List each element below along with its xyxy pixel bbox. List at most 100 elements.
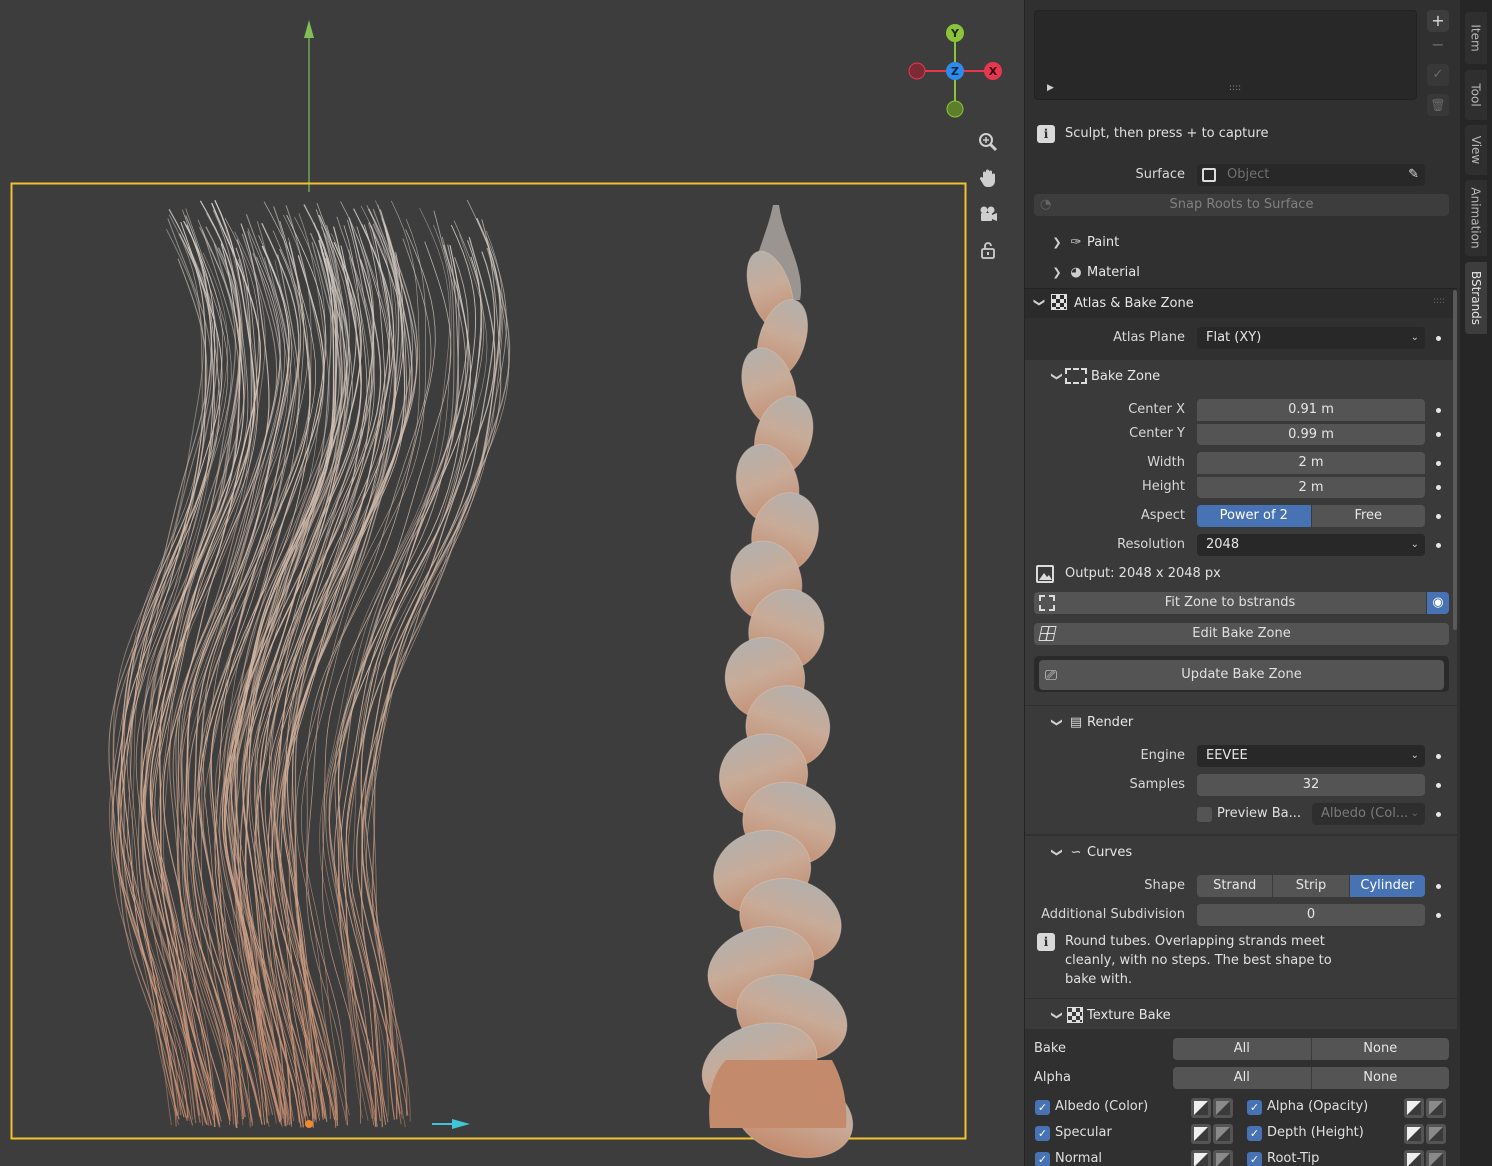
- specular-checkbox[interactable]: ✓: [1035, 1126, 1050, 1141]
- curves-title: Curves: [1087, 844, 1133, 860]
- shape-toggle[interactable]: Strand Strip Cylinder: [1197, 875, 1425, 897]
- capture-list[interactable]: ▶ ::::: [1034, 10, 1417, 100]
- keyframe-dot[interactable]: [1436, 913, 1441, 918]
- play-icon[interactable]: ▶: [1047, 83, 1054, 93]
- bake-zone-header[interactable]: ❯ Bake Zone: [1049, 360, 1160, 392]
- lock-icon[interactable]: [975, 237, 1001, 263]
- preview-pass-dropdown[interactable]: Albedo (Col... ⌄: [1312, 803, 1425, 825]
- normal-alpha-icon[interactable]: [1213, 1150, 1233, 1166]
- shape-info-line-2: cleanly, with no steps. The best shape t…: [1065, 953, 1332, 968]
- atlas-plane-dropdown[interactable]: Flat (XY) ⌄: [1197, 327, 1425, 349]
- keyframe-dot[interactable]: [1436, 461, 1441, 466]
- 3d-viewport[interactable]: Y X Z: [0, 0, 1024, 1166]
- add-capture-icon[interactable]: +: [1427, 10, 1449, 32]
- update-bake-zone-button[interactable]: ⎚ Update Bake Zone: [1039, 660, 1444, 690]
- root-tip-texture-icon[interactable]: [1404, 1150, 1424, 1166]
- resolution-dropdown[interactable]: 2048 ⌄: [1197, 534, 1425, 556]
- keyframe-dot[interactable]: [1436, 754, 1441, 759]
- albedo-alpha-icon[interactable]: [1213, 1098, 1233, 1118]
- atlas-bake-panel-header[interactable]: ❯ Atlas & Bake Zone ::::: [1025, 288, 1457, 318]
- height-field[interactable]: 2 m: [1197, 476, 1425, 498]
- keyframe-dot[interactable]: [1436, 485, 1441, 490]
- center-y-field[interactable]: 0.99 m: [1197, 423, 1425, 445]
- alpha-none-button[interactable]: None: [1311, 1067, 1449, 1089]
- aspect-power-of-2-option[interactable]: Power of 2: [1197, 505, 1312, 527]
- engine-value: EEVEE: [1206, 748, 1248, 763]
- keyframe-dot[interactable]: [1436, 336, 1441, 341]
- eyedropper-icon[interactable]: ✎: [1408, 167, 1419, 182]
- specular-texture-icon[interactable]: [1191, 1124, 1211, 1144]
- shape-strand-option[interactable]: Strand: [1197, 875, 1274, 897]
- albedo-checkbox[interactable]: ✓: [1035, 1100, 1050, 1115]
- texture-bake-header[interactable]: ❯ Texture Bake: [1049, 999, 1171, 1031]
- samples-field[interactable]: 32: [1197, 774, 1425, 796]
- root-tip-checkbox[interactable]: ✓: [1247, 1152, 1262, 1166]
- tab-tool[interactable]: Tool: [1465, 70, 1487, 120]
- shape-cylinder-option[interactable]: Cylinder: [1349, 875, 1425, 897]
- render-title: Render: [1087, 714, 1134, 730]
- keyframe-dot[interactable]: [1436, 432, 1441, 437]
- info-icon: i: [1037, 125, 1055, 143]
- sidebar-panel: ▶ :::: + − ✓ 🗑 i Sculpt, then press + to…: [1024, 0, 1460, 1166]
- surface-object-field[interactable]: Object ✎: [1197, 164, 1425, 186]
- tab-view[interactable]: View: [1465, 125, 1487, 175]
- preview-pass-value: Albedo (Col...: [1321, 806, 1409, 821]
- shape-strip-option[interactable]: Strip: [1273, 875, 1350, 897]
- trash-icon[interactable]: 🗑: [1427, 94, 1449, 116]
- aspect-toggle[interactable]: Power of 2 Free: [1197, 505, 1425, 527]
- apply-capture-icon[interactable]: ✓: [1427, 64, 1449, 86]
- bake-all-none-toggle[interactable]: All None: [1173, 1038, 1449, 1060]
- width-field[interactable]: 2 m: [1197, 452, 1425, 474]
- eye-visibility-icon[interactable]: ◉: [1427, 592, 1449, 614]
- preview-bake-checkbox[interactable]: [1197, 807, 1212, 822]
- bake-all-button[interactable]: All: [1173, 1038, 1312, 1060]
- normal-checkbox[interactable]: ✓: [1035, 1152, 1050, 1166]
- keyframe-dot[interactable]: [1436, 812, 1441, 817]
- resolution-value: 2048: [1206, 537, 1240, 552]
- resize-grip-icon[interactable]: ::::: [1229, 83, 1241, 93]
- specular-alpha-icon[interactable]: [1213, 1124, 1233, 1144]
- edit-bake-zone-button[interactable]: Edit Bake Zone: [1034, 623, 1449, 645]
- tab-bstrands[interactable]: BStrands: [1465, 262, 1487, 334]
- remove-capture-icon[interactable]: −: [1427, 34, 1449, 56]
- keyframe-dot[interactable]: [1436, 783, 1441, 788]
- center-x-field[interactable]: 0.91 m: [1197, 399, 1425, 421]
- keyframe-dot[interactable]: [1436, 408, 1441, 413]
- depth-alpha-icon[interactable]: [1426, 1124, 1446, 1144]
- zoom-icon[interactable]: [975, 129, 1001, 155]
- aspect-free-option[interactable]: Free: [1311, 505, 1425, 527]
- alpha-all-none-toggle[interactable]: All None: [1173, 1067, 1449, 1089]
- origin-point: [305, 1120, 313, 1128]
- curves-header[interactable]: ❯ ∽ Curves: [1049, 836, 1133, 868]
- camera-icon[interactable]: [975, 201, 1001, 227]
- alpha-alpha-icon[interactable]: [1426, 1098, 1446, 1118]
- bake-none-button[interactable]: None: [1311, 1038, 1449, 1060]
- engine-dropdown[interactable]: EEVEE ⌄: [1197, 745, 1425, 767]
- tab-item[interactable]: Item: [1465, 12, 1487, 64]
- viewport-canvas[interactable]: Y X Z: [0, 0, 1024, 1166]
- paint-subpanel-header[interactable]: ❯ ✑ Paint: [1049, 226, 1119, 258]
- brush-icon: ✑: [1070, 234, 1082, 250]
- root-tip-alpha-icon[interactable]: [1426, 1150, 1446, 1166]
- snap-roots-button[interactable]: ◔ Snap Roots to Surface: [1034, 194, 1449, 216]
- albedo-texture-icon[interactable]: [1191, 1098, 1211, 1118]
- alpha-opacity-checkbox[interactable]: ✓: [1247, 1100, 1262, 1115]
- tab-animation[interactable]: Animation: [1465, 180, 1487, 256]
- render-header[interactable]: ❯ ▤ Render: [1049, 706, 1134, 738]
- keyframe-dot[interactable]: [1436, 543, 1441, 548]
- hand-pan-icon[interactable]: [975, 165, 1001, 191]
- fit-zone-button[interactable]: Fit Zone to bstrands: [1034, 592, 1426, 614]
- alpha-texture-icon[interactable]: [1404, 1098, 1424, 1118]
- subdivision-field[interactable]: 0: [1197, 904, 1425, 926]
- material-subpanel-header[interactable]: ❯ ◕ Material: [1049, 256, 1139, 288]
- width-label: Width: [1147, 455, 1185, 470]
- subdivision-label: Additional Subdivision: [1041, 907, 1185, 922]
- depth-texture-icon[interactable]: [1404, 1124, 1424, 1144]
- normal-texture-icon[interactable]: [1191, 1150, 1211, 1166]
- sidebar-scrollbar[interactable]: [1453, 290, 1457, 630]
- depth-checkbox[interactable]: ✓: [1247, 1126, 1262, 1141]
- keyframe-dot[interactable]: [1436, 514, 1441, 519]
- drag-grip-icon[interactable]: ::::: [1433, 296, 1445, 306]
- alpha-all-button[interactable]: All: [1173, 1067, 1312, 1089]
- keyframe-dot[interactable]: [1436, 884, 1441, 889]
